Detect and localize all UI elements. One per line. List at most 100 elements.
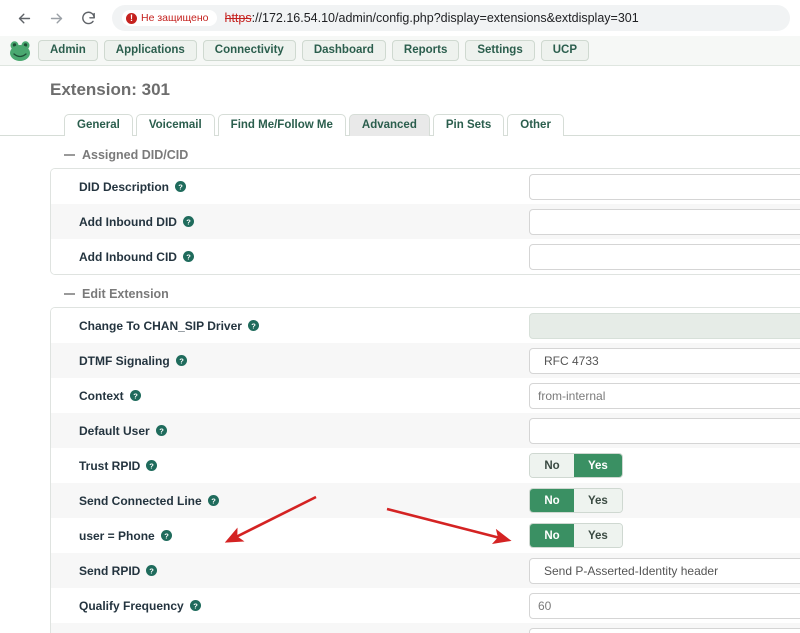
trust-rpid-option-no[interactable]: No	[530, 454, 574, 477]
label-send-connected-line: Send Connected Line ?	[79, 494, 529, 508]
section-title: Edit Extension	[82, 287, 169, 301]
transport-select[interactable]: Auto	[529, 628, 800, 633]
label-qualify-frequency: Qualify Frequency ?	[79, 599, 529, 613]
tab-general[interactable]: General	[64, 114, 133, 136]
help-icon[interactable]: ?	[190, 600, 201, 611]
row-label-text: Change To CHAN_SIP Driver	[79, 319, 242, 333]
send-rpid-select[interactable]: Send P-Asserted-Identity header	[529, 558, 800, 584]
row-send-connected-line: Send Connected Line ? No Yes	[51, 483, 800, 518]
svg-text:?: ?	[159, 426, 164, 435]
change-to-chan-sip-driver-button[interactable]	[529, 313, 800, 339]
tab-other[interactable]: Other	[507, 114, 564, 136]
row-user-equals-phone: user = Phone ? No Yes	[51, 518, 800, 553]
help-icon[interactable]: ?	[130, 390, 141, 401]
security-badge[interactable]: ! Не защищено	[122, 10, 217, 26]
send-connected-line-option-yes[interactable]: Yes	[574, 489, 622, 512]
did-description-input[interactable]	[529, 174, 800, 200]
control-trust-rpid: No Yes	[529, 453, 800, 478]
nav-item-admin[interactable]: Admin	[38, 40, 98, 62]
freepbx-frog-logo[interactable]	[8, 40, 32, 62]
help-icon[interactable]: ?	[146, 565, 157, 576]
forward-arrow-icon[interactable]	[42, 4, 70, 32]
nav-item-connectivity[interactable]: Connectivity	[203, 40, 296, 62]
row-add-inbound-cid: Add Inbound CID ?	[51, 239, 800, 274]
help-icon[interactable]: ?	[156, 425, 167, 436]
nav-item-dashboard[interactable]: Dashboard	[302, 40, 386, 62]
row-change-to-chan-sip-driver: Change To CHAN_SIP Driver ?	[51, 308, 800, 343]
help-icon[interactable]: ?	[208, 495, 219, 506]
row-label-text: Default User	[79, 424, 150, 438]
label-send-rpid: Send RPID ?	[79, 564, 529, 578]
row-dtmf-signaling: DTMF Signaling ? RFC 4733	[51, 343, 800, 378]
user-equals-phone-toggle[interactable]: No Yes	[529, 523, 623, 548]
send-connected-line-option-no[interactable]: No	[530, 489, 574, 512]
help-icon[interactable]: ?	[161, 530, 172, 541]
section-header-edit-extension[interactable]: Edit Extension	[50, 275, 800, 307]
control-send-connected-line: No Yes	[529, 488, 800, 513]
user-equals-phone-option-no[interactable]: No	[530, 524, 574, 547]
back-arrow-icon[interactable]	[10, 4, 38, 32]
section-title: Assigned DID/CID	[82, 148, 188, 162]
svg-text:?: ?	[186, 252, 191, 261]
label-context: Context ?	[79, 389, 529, 403]
label-add-inbound-cid: Add Inbound CID ?	[79, 250, 529, 264]
dtmf-signaling-select[interactable]: RFC 4733	[529, 348, 800, 374]
row-send-rpid: Send RPID ? Send P-Asserted-Identity hea…	[51, 553, 800, 588]
url-scheme: https	[225, 11, 252, 25]
tab-pin-sets[interactable]: Pin Sets	[433, 114, 504, 136]
reload-icon[interactable]	[74, 4, 102, 32]
label-default-user: Default User ?	[79, 424, 529, 438]
tab-advanced[interactable]: Advanced	[349, 114, 430, 136]
control-default-user	[529, 418, 800, 444]
svg-text:?: ?	[133, 391, 138, 400]
nav-item-reports[interactable]: Reports	[392, 40, 459, 62]
trust-rpid-option-yes[interactable]: Yes	[574, 454, 622, 477]
url-rest: ://172.16.54.10/admin/config.php?display…	[252, 11, 639, 25]
nav-item-settings[interactable]: Settings	[465, 40, 534, 62]
control-context: from-internal	[529, 383, 800, 409]
row-label-text: Add Inbound CID	[79, 250, 177, 264]
help-icon[interactable]: ?	[183, 216, 194, 227]
collapse-minus-icon[interactable]	[64, 293, 75, 295]
default-user-input[interactable]	[529, 418, 800, 444]
tab-voicemail[interactable]: Voicemail	[136, 114, 215, 136]
help-icon[interactable]: ?	[176, 355, 187, 366]
row-label-text: Qualify Frequency	[79, 599, 184, 613]
row-qualify-frequency: Qualify Frequency ? 60	[51, 588, 800, 623]
user-equals-phone-option-yes[interactable]: Yes	[574, 524, 622, 547]
row-label-text: DID Description	[79, 180, 169, 194]
help-icon[interactable]: ?	[146, 460, 157, 471]
context-input[interactable]: from-internal	[529, 383, 800, 409]
row-trust-rpid: Trust RPID ? No Yes	[51, 448, 800, 483]
row-add-inbound-did: Add Inbound DID ?	[51, 204, 800, 239]
tab-find-me-follow-me[interactable]: Find Me/Follow Me	[218, 114, 346, 136]
page-body: Extension: 301 General Voicemail Find Me…	[0, 66, 800, 633]
url-text: https://172.16.54.10/admin/config.php?di…	[225, 11, 639, 25]
browser-toolbar: ! Не защищено https://172.16.54.10/admin…	[0, 0, 800, 36]
svg-text:?: ?	[211, 496, 216, 505]
row-did-description: DID Description ?	[51, 169, 800, 204]
nav-item-applications[interactable]: Applications	[104, 40, 197, 62]
nav-item-ucp[interactable]: UCP	[541, 40, 589, 62]
row-context: Context ? from-internal	[51, 378, 800, 413]
row-label-text: DTMF Signaling	[79, 354, 170, 368]
help-icon[interactable]: ?	[183, 251, 194, 262]
label-dtmf-signaling: DTMF Signaling ?	[79, 354, 529, 368]
add-inbound-cid-input[interactable]	[529, 244, 800, 270]
help-icon[interactable]: ?	[248, 320, 259, 331]
row-label-text: Send RPID	[79, 564, 140, 578]
label-did-description: DID Description ?	[79, 180, 529, 194]
add-inbound-did-input[interactable]	[529, 209, 800, 235]
panel-assigned-did-cid: DID Description ? Add Inbound DID ?	[50, 168, 800, 275]
label-trust-rpid: Trust RPID ?	[79, 459, 529, 473]
address-bar[interactable]: ! Не защищено https://172.16.54.10/admin…	[112, 5, 790, 31]
svg-text:?: ?	[164, 531, 169, 540]
trust-rpid-toggle[interactable]: No Yes	[529, 453, 623, 478]
section-header-assigned-did-cid[interactable]: Assigned DID/CID	[50, 136, 800, 168]
row-label-text: Trust RPID	[79, 459, 140, 473]
collapse-minus-icon[interactable]	[64, 154, 75, 156]
help-icon[interactable]: ?	[175, 181, 186, 192]
send-connected-line-toggle[interactable]: No Yes	[529, 488, 623, 513]
control-dtmf-signaling: RFC 4733	[529, 348, 800, 374]
qualify-frequency-input[interactable]: 60	[529, 593, 800, 619]
